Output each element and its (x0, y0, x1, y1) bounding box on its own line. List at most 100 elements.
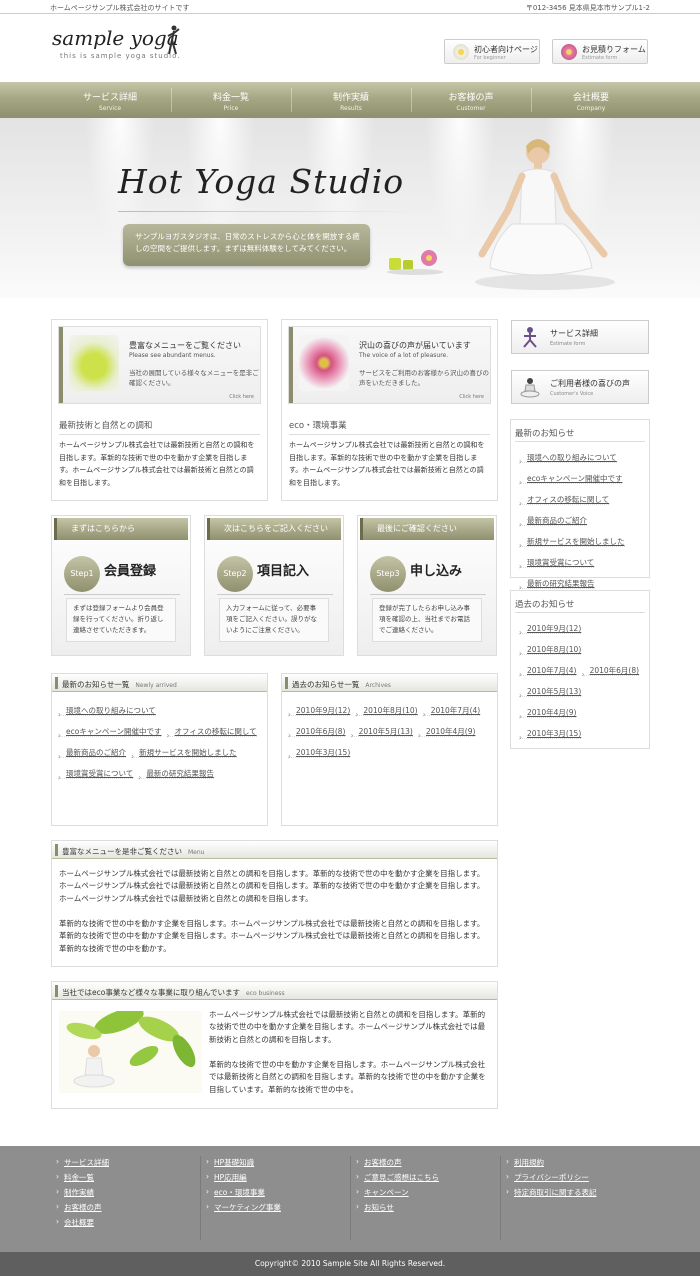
estimate-form-label: お見積りフォーム (582, 45, 646, 54)
footer-link[interactable]: お客様の声 (56, 1202, 206, 1217)
footer-link[interactable]: HP基礎知識 (206, 1157, 356, 1172)
news-panel: 最新のお知らせ一覧Newly arrived 環境への取り組みについて ecoキ… (51, 673, 268, 826)
beginner-page-button[interactable]: 初心者向けページ For beginner (444, 39, 540, 64)
step-head: まずはこちらから (54, 518, 188, 540)
sidebar-archive-title: 過去のお知らせ (515, 600, 575, 610)
section-body: ホームページサンプル株式会社では最新技術と自然との調和を目指します。革新的な技術… (59, 441, 255, 487)
site-logo[interactable]: sample yoga (52, 26, 179, 50)
footer-link[interactable]: 会社概要 (56, 1217, 206, 1232)
feature-text: 当社の展開している様々なメニューを是非ご確認ください。 (129, 369, 259, 387)
footer-link[interactable]: HP応用編 (206, 1172, 356, 1187)
section-heading: 最新技術と自然との調和 (59, 421, 153, 431)
eco-section: 当社ではeco事業など様々な事業に取り組んでいます eco business ホー… (51, 981, 498, 1109)
click-here-link[interactable]: Click here (459, 394, 484, 400)
step-head: 最後にご確認ください (360, 518, 494, 540)
footer-col-1: サービス詳細 料金一覧 制作実績 お客様の声 会社概要 (56, 1157, 206, 1232)
sidebar-voice-button[interactable]: ご利用者様の喜びの声 Customer's Voice (511, 370, 649, 404)
news-link[interactable]: ecoキャンペーン開催中です (58, 727, 162, 737)
nav-results[interactable]: 制作実績 Results (291, 82, 411, 118)
daisy-icon (453, 44, 469, 60)
sidebar-news-link[interactable]: 環境への取り組みについて (519, 453, 617, 463)
sidebar-archive-link[interactable]: 2010年5月(13) (519, 687, 582, 697)
feature-banner-voice[interactable]: 沢山の喜びの声が届いています The voice of a lot of ple… (288, 326, 491, 404)
sidebar-news-link[interactable]: 環境賞受賞について (519, 558, 595, 568)
archive-link[interactable]: 2010年6月(8) (288, 727, 346, 737)
eco-paragraph-1: ホームページサンプル株式会社では最新技術と自然との調和を目指します。革新的な技術… (209, 1010, 486, 1044)
estimate-form-button[interactable]: お見積りフォーム Estimate form (552, 39, 648, 64)
sidebar-news-list: 環境への取り組みについて ecoキャンペーン開催中です オフィスの移転に関して … (519, 445, 643, 592)
feature-banner-menu[interactable]: 豊富なメニューをご覧ください Please see abundant menus… (58, 326, 261, 404)
footer-link[interactable]: お客様の声 (356, 1157, 506, 1172)
candles-flower-icon (387, 250, 443, 275)
step-number-badge: Step2 (217, 556, 253, 592)
page: ホームページサンプル株式会社のサイトです 〒012-3456 見本県見本市サンプ… (0, 0, 700, 1276)
feature-text: サービスをご利用のお客様から沢山の喜びの声をいただきました。 (359, 369, 489, 387)
sidebar-news-link[interactable]: オフィスの移転に関して (519, 495, 610, 505)
step-3-box: 最後にご確認ください Step3 申し込み 登録が完了したらお申し込み事項を確認… (357, 515, 497, 656)
menu-paragraph-2: 革新的な技術で世の中を動かす企業を目指します。ホームページサンプル株式会社では最… (59, 919, 485, 953)
meditation-icon (520, 378, 540, 398)
footer-link[interactable]: 制作実績 (56, 1187, 206, 1202)
footer-link[interactable]: プライバシーポリシー (506, 1172, 656, 1187)
footer-link[interactable]: マーケティング事業 (206, 1202, 356, 1217)
step-number-badge: Step1 (64, 556, 100, 592)
sidebar-archive-link[interactable]: 2010年4月(9) (519, 708, 577, 718)
news-link[interactable]: 新規サービスを開始しました (131, 748, 237, 758)
footer-col-2: HP基礎知識 HP応用編 eco・環境事業 マーケティング事業 (206, 1157, 356, 1217)
footer-link[interactable]: 料金一覧 (56, 1172, 206, 1187)
step-head: 次はこちらをご記入ください (207, 518, 341, 540)
footer-link[interactable]: 利用規約 (506, 1157, 656, 1172)
footer-link[interactable]: お知らせ (356, 1202, 506, 1217)
archive-link[interactable]: 2010年9月(12) (288, 706, 351, 716)
nav-service[interactable]: サービス詳細 Service (50, 82, 170, 118)
yoga-woman-image (475, 139, 615, 290)
sidebar-news-link[interactable]: ecoキャンペーン開催中です (519, 474, 623, 484)
top-bar: ホームページサンプル株式会社のサイトです 〒012-3456 見本県見本市サンプ… (0, 0, 700, 14)
sidebar-archive-link[interactable]: 2010年7月(4) (519, 666, 577, 676)
nav-company[interactable]: 会社概要 Company (531, 82, 651, 118)
eco-paragraph-2: 革新的な技術で世の中を動かす企業を目指します。ホームページサンプル株式会社では最… (209, 1060, 486, 1094)
footer-link[interactable]: サービス詳細 (56, 1157, 206, 1172)
sidebar-button-sub: Customer's Voice (550, 391, 594, 397)
feature-title: 豊富なメニューをご覧ください (129, 341, 241, 350)
archive-link[interactable]: 2010年5月(13) (350, 727, 413, 737)
hero-message: サンプルヨガスタジオは、日常のストレスから心と体を開放する癒しの空間をご提供しま… (123, 224, 370, 266)
archive-link[interactable]: 2010年3月(15) (288, 748, 351, 758)
hero-divider (118, 211, 418, 212)
step-2-box: 次はこちらをご記入ください Step2 項目記入 入力フォームに従って、必要事項… (204, 515, 344, 656)
archive-link[interactable]: 2010年7月(4) (422, 706, 481, 716)
sidebar-news-link[interactable]: 最新の研究結果報告 (519, 579, 595, 589)
candle-image (69, 335, 119, 391)
sidebar-archive-link[interactable]: 2010年3月(15) (519, 729, 582, 739)
sidebar-archive-link[interactable]: 2010年8月(10) (519, 645, 582, 655)
feature-box-voice: 沢山の喜びの声が届いています The voice of a lot of ple… (281, 319, 498, 501)
archive-link[interactable]: 2010年8月(10) (355, 706, 418, 716)
nav-price[interactable]: 料金一覧 Price (171, 82, 291, 118)
news-link[interactable]: 環境への取り組みについて (58, 706, 156, 716)
flower-icon (561, 44, 577, 60)
step-title: 項目記入 (257, 564, 310, 579)
sidebar-archive-link[interactable]: 2010年6月(8) (581, 666, 640, 676)
nav-customer[interactable]: お客様の声 Customer (411, 82, 531, 118)
news-link[interactable]: 最新商品のご紹介 (58, 748, 126, 758)
sidebar-service-button[interactable]: サービス詳細 Estimate form (511, 320, 649, 354)
sidebar-news-link[interactable]: 新規サービスを開始しました (519, 537, 625, 547)
news-link[interactable]: オフィスの移転に関して (166, 727, 257, 737)
footer-link[interactable]: ご意見ご感想はこちら (356, 1172, 506, 1187)
global-nav: サービス詳細 Service 料金一覧 Price 制作実績 Results お客様の… (0, 82, 700, 118)
footer-link[interactable]: キャンペーン (356, 1187, 506, 1202)
footer-link[interactable]: 特定商取引に関する表記 (506, 1187, 656, 1202)
top-divider (0, 13, 700, 14)
footer-link[interactable]: eco・環境事業 (206, 1187, 356, 1202)
footer-col-4: 利用規約 プライバシーポリシー 特定商取引に関する表記 (506, 1157, 656, 1202)
news-link[interactable]: 環境賞受賞について (58, 769, 134, 779)
click-here-link[interactable]: Click here (229, 394, 254, 400)
feature-box-menu: 豊富なメニューをご覧ください Please see abundant menus… (51, 319, 268, 501)
news-link[interactable]: 最新の研究結果報告 (138, 769, 214, 779)
hero-banner: Hot Yoga Studio サンプルヨガスタジオは、日常のストレスから心と体… (0, 118, 700, 298)
sidebar-archive-link[interactable]: 2010年9月(12) (519, 624, 582, 634)
archives-list: 2010年9月(12) 2010年8月(10) 2010年7月(4) 2010年… (288, 698, 491, 761)
step-title: 会員登録 (104, 564, 157, 579)
sidebar-news-link[interactable]: 最新商品のご紹介 (519, 516, 587, 526)
archive-link[interactable]: 2010年4月(9) (417, 727, 476, 737)
